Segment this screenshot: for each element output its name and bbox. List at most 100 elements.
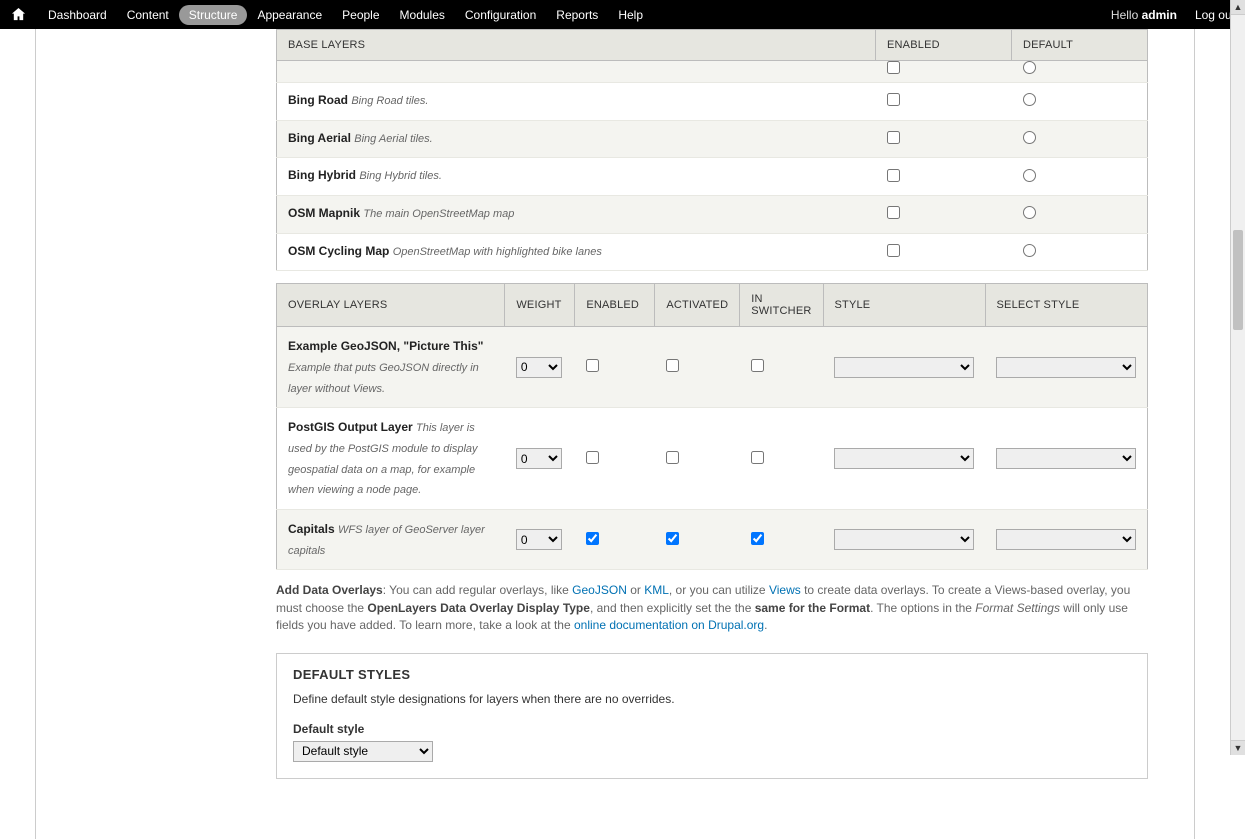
toolbar-right: Hello admin Log out (1111, 8, 1235, 22)
toolbar-item-reports[interactable]: Reports (546, 3, 608, 27)
default-radio[interactable] (1023, 206, 1036, 219)
scroll-thumb[interactable] (1233, 230, 1243, 330)
table-row: PostGIS Output Layer This layer is used … (277, 408, 1148, 510)
layer-name: PostGIS Output Layer (288, 420, 413, 434)
layer-desc: The main OpenStreetMap map (363, 208, 514, 220)
enabled-checkbox[interactable] (887, 206, 900, 219)
table-row: Example GeoJSON, "Picture This" Example … (277, 327, 1148, 408)
toolbar-item-configuration[interactable]: Configuration (455, 3, 546, 27)
style-select[interactable] (834, 357, 974, 378)
layer-desc: Bing Hybrid tiles. (359, 170, 442, 182)
toolbar-item-people[interactable]: People (332, 3, 389, 27)
link-online-docs[interactable]: online documentation on Drupal.org (574, 618, 764, 632)
base-header-enabled: ENABLED (876, 30, 1012, 61)
default-styles-fieldset: DEFAULT STYLES Define default style desi… (276, 653, 1148, 779)
layer-desc: Bing Aerial tiles. (354, 133, 432, 145)
help-bold-display-type: OpenLayers Data Overlay Display Type (367, 601, 590, 615)
layer-desc: Example that puts GeoJSON directly in la… (288, 362, 479, 395)
admin-toolbar: DashboardContentStructureAppearancePeopl… (0, 0, 1245, 29)
enabled-checkbox[interactable] (586, 359, 599, 372)
base-header-name: BASE LAYERS (277, 30, 876, 61)
layer-name: Capitals (288, 522, 335, 536)
enabled-checkbox[interactable] (887, 131, 900, 144)
activated-checkbox[interactable] (666, 359, 679, 372)
enabled-checkbox[interactable] (887, 93, 900, 106)
select-style-select[interactable] (996, 448, 1136, 469)
layer-name: OSM Mapnik (288, 206, 360, 220)
table-row: OSM Cycling Map OpenStreetMap with highl… (277, 233, 1148, 271)
toolbar-item-modules[interactable]: Modules (390, 3, 455, 27)
layer-name: Example GeoJSON, "Picture This" (288, 339, 483, 353)
default-radio[interactable] (1023, 169, 1036, 182)
hello-user: Hello admin (1111, 8, 1177, 22)
table-row: Bing Road Bing Road tiles. (277, 83, 1148, 121)
enabled-checkbox[interactable] (887, 61, 900, 74)
style-select[interactable] (834, 529, 974, 550)
base-layers-table: BASE LAYERS ENABLED DEFAULT Bing Road Bi… (276, 29, 1148, 271)
table-row: Bing Hybrid Bing Hybrid tiles. (277, 158, 1148, 196)
select-style-select[interactable] (996, 357, 1136, 378)
overlay-header: WEIGHT (505, 284, 575, 327)
scroll-down-button[interactable]: ▼ (1231, 740, 1245, 755)
default-styles-title: DEFAULT STYLES (277, 654, 1147, 688)
weight-select[interactable]: 0 (516, 357, 562, 378)
in-switcher-checkbox[interactable] (751, 451, 764, 464)
enabled-checkbox[interactable] (887, 244, 900, 257)
default-style-select[interactable]: Default style (293, 741, 433, 762)
table-row (277, 61, 1148, 83)
help-ital-format-settings: Format Settings (975, 601, 1060, 615)
layer-desc: Bing Road tiles. (351, 95, 428, 107)
style-select[interactable] (834, 448, 974, 469)
layer-name: Bing Road (288, 93, 348, 107)
base-header-default: DEFAULT (1012, 30, 1148, 61)
layer-desc: OpenStreetMap with highlighted bike lane… (393, 246, 602, 258)
help-lead: Add Data Overlays (276, 583, 383, 597)
link-views[interactable]: Views (769, 583, 801, 597)
link-geojson[interactable]: GeoJSON (572, 583, 627, 597)
toolbar-item-content[interactable]: Content (117, 3, 179, 27)
default-radio[interactable] (1023, 244, 1036, 257)
vertical-scrollbar[interactable]: ▲ ▼ (1230, 0, 1245, 755)
link-kml[interactable]: KML (644, 583, 669, 597)
toolbar-item-appearance[interactable]: Appearance (247, 3, 332, 27)
overlay-header: SELECT STYLE (985, 284, 1148, 327)
scroll-up-button[interactable]: ▲ (1231, 0, 1245, 15)
layer-name: Bing Hybrid (288, 168, 356, 182)
overlay-layers-table: OVERLAY LAYERSWEIGHTENABLEDACTIVATEDIN S… (276, 283, 1148, 570)
logout-link[interactable]: Log out (1195, 8, 1235, 22)
toolbar-item-dashboard[interactable]: Dashboard (38, 3, 117, 27)
default-styles-desc: Define default style designations for la… (293, 692, 1131, 706)
default-radio[interactable] (1023, 131, 1036, 144)
layer-name: OSM Cycling Map (288, 244, 389, 258)
overlay-header: OVERLAY LAYERS (277, 284, 505, 327)
weight-select[interactable]: 0 (516, 448, 562, 469)
activated-checkbox[interactable] (666, 451, 679, 464)
default-style-label: Default style (293, 722, 1131, 736)
add-data-overlays-help: Add Data Overlays: You can add regular o… (276, 582, 1148, 634)
activated-checkbox[interactable] (666, 532, 679, 545)
in-switcher-checkbox[interactable] (751, 359, 764, 372)
default-radio[interactable] (1023, 93, 1036, 106)
enabled-checkbox[interactable] (586, 451, 599, 464)
weight-select[interactable]: 0 (516, 529, 562, 550)
select-style-select[interactable] (996, 529, 1136, 550)
table-row: Bing Aerial Bing Aerial tiles. (277, 120, 1148, 158)
username: admin (1142, 8, 1177, 22)
toolbar-menu: DashboardContentStructureAppearancePeopl… (38, 3, 653, 27)
home-icon[interactable] (10, 7, 26, 23)
help-bold-format: same for the Format (755, 601, 870, 615)
in-switcher-checkbox[interactable] (751, 532, 764, 545)
table-row: Capitals WFS layer of GeoServer layer ca… (277, 509, 1148, 569)
hello-prefix: Hello (1111, 8, 1142, 22)
layer-name: Bing Aerial (288, 131, 351, 145)
overlay-header: IN SWITCHER (740, 284, 823, 327)
enabled-checkbox[interactable] (887, 169, 900, 182)
table-row: OSM Mapnik The main OpenStreetMap map (277, 196, 1148, 234)
overlay-header: ACTIVATED (655, 284, 740, 327)
overlay-header: STYLE (823, 284, 985, 327)
toolbar-item-structure[interactable]: Structure (179, 5, 248, 25)
enabled-checkbox[interactable] (586, 532, 599, 545)
overlay-header: ENABLED (575, 284, 655, 327)
toolbar-item-help[interactable]: Help (608, 3, 653, 27)
default-radio[interactable] (1023, 61, 1036, 74)
